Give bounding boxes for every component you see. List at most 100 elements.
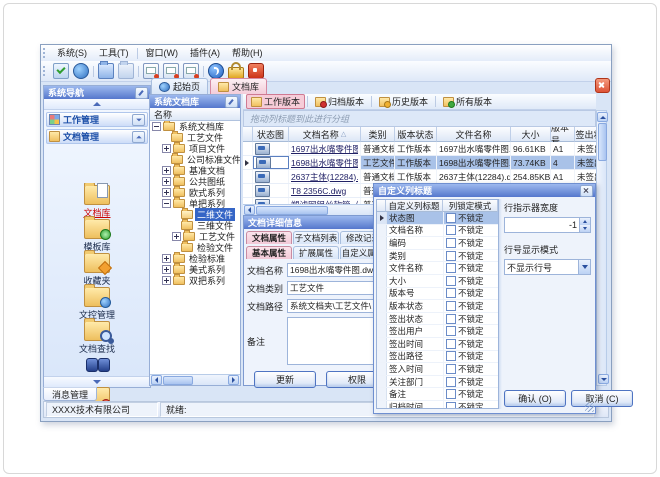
- column-header-状态图[interactable]: 状态图: [253, 127, 289, 142]
- document-name-cell[interactable]: 1697出水嘴零件图.dwg: [289, 142, 361, 155]
- column-setting-row[interactable]: 状态图不锁定: [377, 212, 498, 225]
- lock-mode-cell[interactable]: 不锁定: [444, 275, 498, 287]
- open-library-icon[interactable]: [98, 63, 114, 79]
- menu-item-1[interactable]: 工具(T): [93, 46, 135, 61]
- expand-icon[interactable]: [162, 188, 171, 197]
- column-title-cell[interactable]: 签出用户: [387, 325, 444, 337]
- pin-icon[interactable]: [225, 96, 238, 108]
- spinner-down-icon[interactable]: [580, 225, 590, 232]
- column-setting-row[interactable]: 版本状态不锁定: [377, 300, 498, 313]
- column-title-cell[interactable]: 版本状态: [387, 300, 444, 312]
- column-setting-row[interactable]: 关注部门不锁定: [377, 376, 498, 389]
- scrollbar-thumb[interactable]: [163, 376, 193, 385]
- version-button-工作版本[interactable]: 工作版本: [246, 94, 305, 109]
- lock-mode-cell[interactable]: 不锁定: [444, 300, 498, 312]
- row-number-mode-select[interactable]: 不显示行号: [504, 259, 591, 275]
- tree-column-header[interactable]: 名称: [150, 108, 240, 121]
- column-title-cell[interactable]: 备注: [387, 388, 444, 400]
- lock-mode-cell[interactable]: 不锁定: [444, 313, 498, 325]
- lock-mode-cell[interactable]: 不锁定: [444, 338, 498, 350]
- scroll-right-icon[interactable]: [228, 375, 239, 385]
- library-view-icon[interactable]: [118, 63, 134, 79]
- checkbox[interactable]: [446, 377, 456, 387]
- tab-文档属性[interactable]: 文档属性: [246, 231, 292, 244]
- field-value-box[interactable]: 工艺文件: [287, 281, 385, 295]
- column-header-大小[interactable]: 大小: [511, 127, 551, 142]
- field-value-box[interactable]: 系统文档夹\工艺文件\: [287, 299, 385, 313]
- spinner-up-icon[interactable]: [580, 218, 590, 225]
- resize-grip[interactable]: [585, 403, 594, 412]
- globe-icon[interactable]: [73, 63, 89, 79]
- sidebar-item-文控管理[interactable]: 文控管理: [79, 287, 115, 321]
- lock-mode-cell[interactable]: 不锁定: [444, 376, 498, 388]
- sidebar-scroll-up[interactable]: [44, 99, 150, 110]
- expand-icon[interactable]: [162, 254, 171, 263]
- scroll-left-icon[interactable]: [151, 375, 162, 385]
- expand-icon[interactable]: [162, 276, 171, 285]
- checkbox[interactable]: [446, 288, 456, 298]
- collapse-icon[interactable]: [152, 122, 161, 131]
- note-textarea[interactable]: [287, 317, 385, 365]
- table-row[interactable]: 2637主体(12284).dwg普通文档工作版本2637主体(12284).d…: [243, 170, 596, 184]
- expand-icon[interactable]: [162, 144, 171, 153]
- checkbox[interactable]: [446, 238, 456, 248]
- checkbox[interactable]: [446, 389, 456, 399]
- connection-status-icon[interactable]: [53, 63, 69, 79]
- checkbox[interactable]: [446, 339, 456, 349]
- document-link[interactable]: 1698出水嘴零件图.dwg: [291, 157, 358, 169]
- column-header-文档名称[interactable]: 文档名称△: [289, 127, 361, 142]
- group-by-bar[interactable]: 拖动列标题到此进行分组: [243, 110, 596, 127]
- sidebar-item-模板库[interactable]: 模板库: [83, 219, 110, 253]
- tab-扩展属性[interactable]: 扩展属性: [293, 246, 339, 259]
- pin-icon[interactable]: [135, 87, 148, 99]
- tab-子文档列表[interactable]: 子文档列表: [293, 231, 339, 244]
- sidebar-item-文档查找[interactable]: 文档查找: [79, 321, 115, 355]
- document-name-cell[interactable]: 2637主体(12284).dwg: [289, 170, 361, 183]
- 更新-button[interactable]: 更新: [254, 371, 316, 388]
- lock-mode-cell[interactable]: 不锁定: [444, 401, 498, 409]
- lock-mode-cell[interactable]: 不锁定: [444, 288, 498, 300]
- grid-vertical-scrollbar[interactable]: [596, 110, 607, 386]
- column-title-header[interactable]: 自定义列标题: [386, 200, 443, 212]
- lock-mode-cell[interactable]: 不锁定: [444, 325, 498, 337]
- column-title-cell[interactable]: 编码: [387, 237, 444, 249]
- sidebar-section-文档管理[interactable]: 文档管理: [46, 129, 148, 144]
- tree-node-双把系列[interactable]: 双把系列: [150, 275, 240, 286]
- column-setting-row[interactable]: 归档时间不锁定: [377, 401, 498, 409]
- tab-基本属性[interactable]: 基本属性: [246, 246, 292, 259]
- column-header-文件名称[interactable]: 文件名称: [437, 127, 511, 142]
- scrollbar-thumb[interactable]: [598, 123, 607, 161]
- column-header-版本状态[interactable]: 版本状态: [395, 127, 437, 142]
- column-setting-row[interactable]: 签出状态不锁定: [377, 313, 498, 326]
- checkbox[interactable]: [446, 251, 456, 261]
- dialog-close-button[interactable]: [580, 185, 593, 197]
- column-setting-row[interactable]: 签出时间不锁定: [377, 338, 498, 351]
- document-link[interactable]: 1697出水嘴零件图.dwg: [291, 143, 358, 155]
- column-title-cell[interactable]: 版本号: [387, 288, 444, 300]
- column-setting-row[interactable]: 大小不锁定: [377, 275, 498, 288]
- indicator-width-input[interactable]: -1: [504, 217, 591, 233]
- column-setting-row[interactable]: 签入时间不锁定: [377, 363, 498, 376]
- column-setting-row[interactable]: 签出用户不锁定: [377, 325, 498, 338]
- column-title-cell[interactable]: 类别: [387, 250, 444, 262]
- column-title-cell[interactable]: 签出路径: [387, 351, 444, 363]
- menu-item-4[interactable]: 帮助(H): [226, 46, 269, 61]
- document-name-cell[interactable]: 1698出水嘴零件图.dwg: [289, 156, 361, 169]
- checkbox[interactable]: [446, 276, 456, 286]
- chevron-down-icon[interactable]: [578, 260, 590, 274]
- checkbox[interactable]: [446, 351, 456, 361]
- column-setting-row[interactable]: 编码不锁定: [377, 237, 498, 250]
- column-header-类别[interactable]: 类别: [361, 127, 395, 142]
- document-link[interactable]: T8 2356C.dwg: [291, 186, 346, 196]
- menu-item-3[interactable]: 插件(A): [184, 46, 226, 61]
- column-header-签出状态[interactable]: 签出状态: [575, 127, 596, 142]
- sidebar-item-收藏夹[interactable]: 收藏夹: [83, 253, 110, 287]
- lock-mode-cell[interactable]: 不锁定: [444, 351, 498, 363]
- column-setting-row[interactable]: 版本号不锁定: [377, 288, 498, 301]
- version-button-所有版本[interactable]: 所有版本: [438, 94, 497, 109]
- ok-button[interactable]: 确认 (O): [504, 390, 566, 407]
- chevron-down-icon[interactable]: [132, 114, 145, 126]
- tab-message-management[interactable]: 消息管理: [43, 387, 97, 401]
- table-row[interactable]: 1698出水嘴零件图.dwg工艺文件工作版本1698出水嘴零件图.dwg73.7…: [243, 156, 596, 170]
- lock-mode-cell[interactable]: 不锁定: [444, 388, 498, 400]
